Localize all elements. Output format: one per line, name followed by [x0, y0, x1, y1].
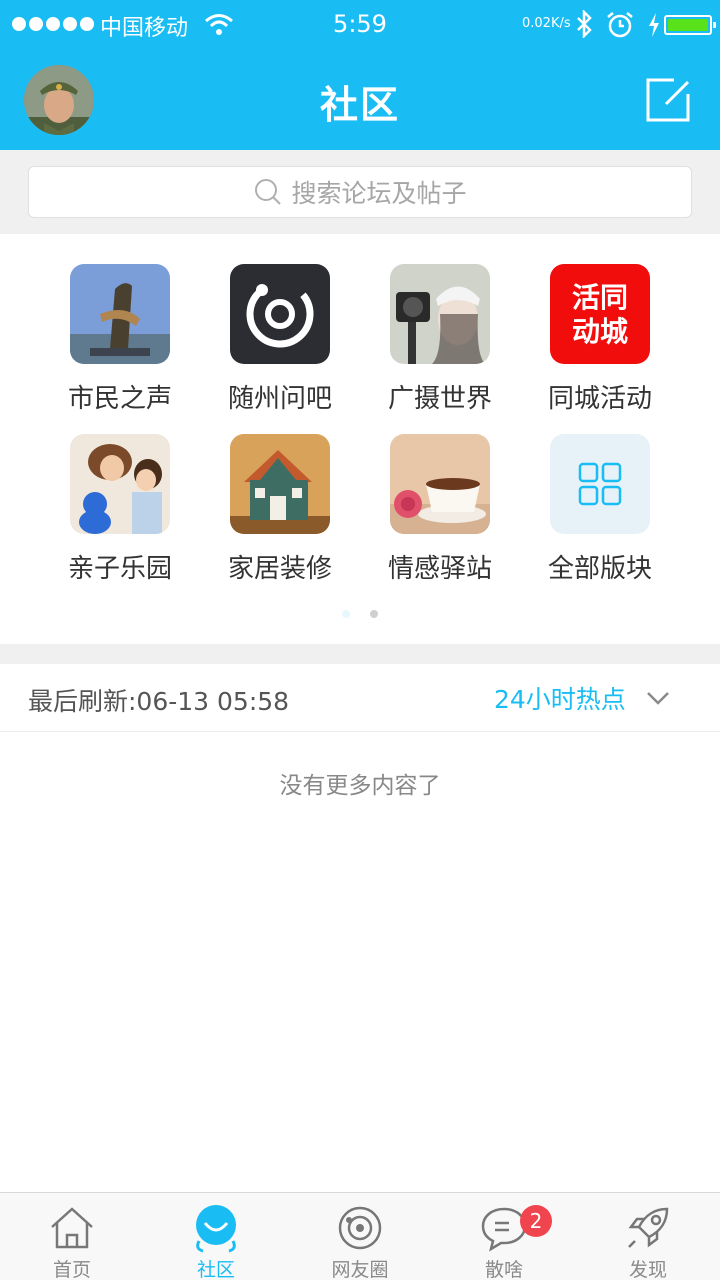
compose-post-icon[interactable] [644, 76, 692, 124]
board-item-parenting[interactable]: 亲子乐园 [40, 434, 200, 594]
hot-filter-label: 24小时热点 [494, 685, 626, 714]
empty-feed-message: 没有更多内容了 [279, 773, 441, 799]
board-label: 情感驿站 [387, 554, 492, 584]
tab-friends-circle[interactable]: 网友圈 [288, 1193, 432, 1280]
circle-icon [338, 1206, 382, 1250]
event-logo-text-bottom: 动城 [571, 315, 628, 348]
search-input[interactable]: 搜索论坛及帖子 [28, 166, 692, 218]
board-label: 同城活动 [547, 384, 652, 414]
board-label: 家居装修 [227, 554, 332, 584]
board-grid: 市民之声 随州问吧 广摄世界 活同 动城 同城活动 亲子乐园 家居装修 情感驿站… [0, 234, 720, 644]
unread-badge: 2 [520, 1205, 552, 1237]
tab-label: 发现 [628, 1259, 667, 1280]
board-item-emotion[interactable]: 情感驿站 [360, 434, 520, 594]
board-item-city-events[interactable]: 活同 动城 同城活动 [520, 264, 680, 424]
search-placeholder: 搜索论坛及帖子 [291, 179, 467, 208]
grid-icon [550, 434, 650, 534]
home-icon [51, 1207, 93, 1249]
board-label: 随州问吧 [227, 384, 332, 414]
camera-girl-photo-icon [390, 264, 490, 364]
event-logo-text-top: 活同 [571, 281, 628, 314]
tab-label: 首页 [52, 1259, 91, 1280]
last-refresh-time: 最后刷新:06-13 05:58 [28, 687, 290, 716]
board-label: 亲子乐园 [67, 554, 172, 584]
page-dot[interactable] [370, 610, 378, 618]
bluetooth-icon [577, 10, 592, 38]
board-label: 市民之声 [67, 384, 172, 414]
board-label: 全部版块 [547, 554, 652, 584]
tab-discover[interactable]: 发现 [576, 1193, 720, 1280]
board-item-suizhou-ask[interactable]: 随州问吧 [200, 264, 360, 424]
tab-community[interactable]: 社区 [144, 1193, 288, 1280]
rocket-icon [628, 1207, 669, 1248]
tab-label: 网友圈 [331, 1259, 389, 1280]
tab-chat[interactable]: 2 散啥 [432, 1193, 576, 1280]
bottom-tab-bar: 首页 社区 网友圈 2 散啥 发现 [0, 1192, 720, 1280]
tab-home[interactable]: 首页 [0, 1193, 144, 1280]
board-item-citizen-voice[interactable]: 市民之声 [40, 264, 200, 424]
monument-photo-icon [70, 264, 170, 364]
network-speed: 0.02K/s [522, 16, 571, 31]
ring-logo-icon [230, 264, 330, 364]
top-bar: 中国移动 5:59 0.02K/s 社区 [0, 0, 720, 150]
house-photo-icon [230, 434, 330, 534]
board-item-home-decor[interactable]: 家居装修 [200, 434, 360, 594]
alarm-icon [607, 12, 633, 38]
feed-header: 最后刷新:06-13 05:58 24小时热点 [0, 664, 720, 732]
community-icon [196, 1205, 236, 1253]
event-logo-icon: 活同 动城 [550, 264, 650, 364]
section-divider [0, 644, 720, 664]
page-indicator [0, 610, 720, 618]
board-label: 广摄世界 [387, 384, 492, 414]
chevron-down-icon [646, 692, 669, 705]
coffee-rose-photo-icon [390, 434, 490, 534]
battery-icon [664, 15, 716, 35]
page-dot-active[interactable] [342, 610, 350, 618]
page-title: 社区 [319, 83, 400, 127]
status-bar: 中国移动 5:59 0.02K/s [0, 0, 720, 50]
board-item-all-boards[interactable]: 全部版块 [520, 434, 680, 594]
family-photo-icon [70, 434, 170, 534]
hot-filter-dropdown[interactable]: 24小时热点 [494, 678, 672, 718]
board-item-photography[interactable]: 广摄世界 [360, 264, 520, 424]
search-icon [255, 179, 282, 205]
tab-label: 社区 [196, 1259, 235, 1280]
charging-icon [649, 13, 659, 37]
tab-label: 散啥 [484, 1259, 523, 1280]
